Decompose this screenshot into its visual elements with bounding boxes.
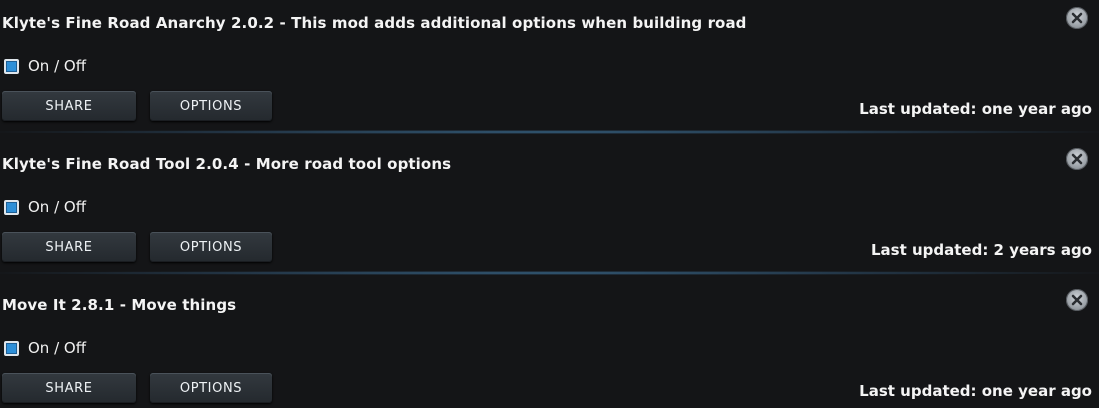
last-updated-text: Last updated: one year ago: [859, 100, 1092, 118]
checkbox-icon[interactable]: [4, 58, 19, 74]
close-icon: [1071, 12, 1083, 24]
close-icon: [1071, 294, 1083, 306]
mod-title: Move It 2.8.1 - Move things: [2, 296, 237, 314]
enable-toggle[interactable]: On / Off: [4, 57, 86, 75]
toggle-label: On / Off: [28, 57, 87, 75]
toggle-label: On / Off: [28, 339, 87, 357]
options-button[interactable]: OPTIONS: [150, 91, 272, 121]
options-button[interactable]: OPTIONS: [150, 373, 272, 403]
enable-toggle[interactable]: On / Off: [4, 339, 86, 357]
share-button[interactable]: SHARE: [2, 232, 136, 262]
unsubscribe-button[interactable]: [1066, 148, 1088, 170]
enable-toggle[interactable]: On / Off: [4, 198, 86, 216]
close-icon: [1071, 153, 1083, 165]
share-button[interactable]: SHARE: [2, 91, 136, 121]
unsubscribe-button[interactable]: [1066, 7, 1088, 29]
mod-list: Klyte's Fine Road Anarchy 2.0.2 - This m…: [0, 0, 1099, 408]
mod-entry: Klyte's Fine Road Anarchy 2.0.2 - This m…: [0, 0, 1099, 141]
mod-title: Klyte's Fine Road Anarchy 2.0.2 - This m…: [2, 14, 747, 32]
share-button[interactable]: SHARE: [2, 373, 136, 403]
divider: [0, 130, 1099, 134]
checkbox-icon[interactable]: [4, 199, 19, 215]
last-updated-text: Last updated: 2 years ago: [870, 241, 1092, 259]
checkbox-icon[interactable]: [4, 340, 19, 356]
unsubscribe-button[interactable]: [1066, 289, 1088, 311]
options-button[interactable]: OPTIONS: [150, 232, 272, 262]
mod-entry: Klyte's Fine Road Tool 2.0.4 - More road…: [0, 141, 1099, 282]
mod-entry: Move It 2.8.1 - Move things On / Off SHA…: [0, 282, 1099, 408]
mod-title: Klyte's Fine Road Tool 2.0.4 - More road…: [2, 155, 452, 173]
last-updated-text: Last updated: one year ago: [859, 382, 1092, 400]
toggle-label: On / Off: [28, 198, 87, 216]
divider: [0, 271, 1099, 275]
